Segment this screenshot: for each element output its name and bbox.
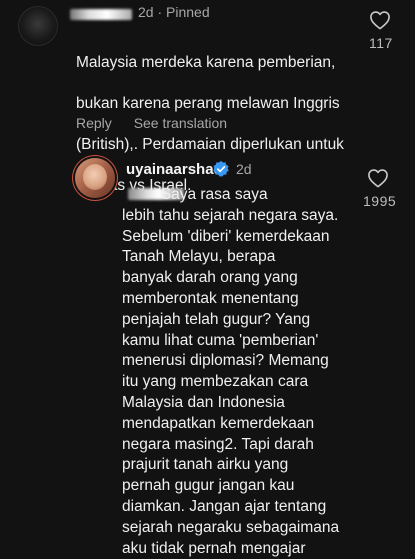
see-translation-button[interactable]: See translation [134, 115, 227, 131]
comment-line: diamkan. Jangan ajar tentang [122, 497, 327, 515]
comment-line: memberontak menentang [122, 289, 299, 307]
comment-line: Saya rasa saya [122, 186, 268, 203]
heart-icon[interactable] [369, 10, 391, 30]
comment-line: menerusi diplomasi? Memang [122, 352, 329, 370]
comment-text: Saya rasa saya lebih tahu sejarah negara… [122, 185, 384, 559]
comment-line: (British),. Perdamaian diperlukan untuk [76, 135, 344, 153]
comment-line: aku tidak pernah mengajar [122, 539, 306, 557]
avatar[interactable] [75, 158, 115, 198]
username[interactable]: uyainaarshad [126, 161, 223, 178]
comment-line: banyak darah orang yang [122, 269, 298, 287]
comment-line: mendapatkan kemerdekaan [122, 414, 315, 432]
comment-line: Sebelum 'diberi' kemerdekaan [122, 227, 330, 245]
avatar[interactable] [18, 6, 58, 46]
comment-line: prajurit tanah airku yang [122, 456, 289, 474]
redacted-username[interactable] [70, 9, 132, 20]
comment-line: kamu lihat cuma 'pemberian' [122, 331, 319, 349]
comment-line: itu yang membezakan cara [122, 373, 309, 391]
comment-line: Malaysia dan Indonesia [122, 393, 285, 411]
comment-line: sejarah negaraku sebagaimana [122, 518, 340, 536]
comment-line: penjajah telah gugur? Yang [122, 310, 311, 328]
comment-meta: 2d · Pinned [138, 4, 210, 20]
comment-line: lebih tahu sejarah negara saya. [122, 206, 339, 224]
comment-line: Tanah Melayu, berapa [122, 248, 276, 266]
comment-line: pernah gugur jangan kau [122, 477, 295, 495]
comment-line: bukan karena perang melawan Inggris [76, 94, 340, 112]
comment-line: Malaysia merdeka karena pemberian, [76, 53, 336, 71]
like-count: 117 [369, 35, 393, 51]
reply-button[interactable]: Reply [76, 115, 112, 131]
comment-actions: Reply See translation [76, 115, 245, 131]
comment-time: 2d [236, 161, 252, 177]
verified-badge-icon [213, 160, 229, 177]
comment-line: negara masing2. Tapi darah [122, 435, 314, 453]
